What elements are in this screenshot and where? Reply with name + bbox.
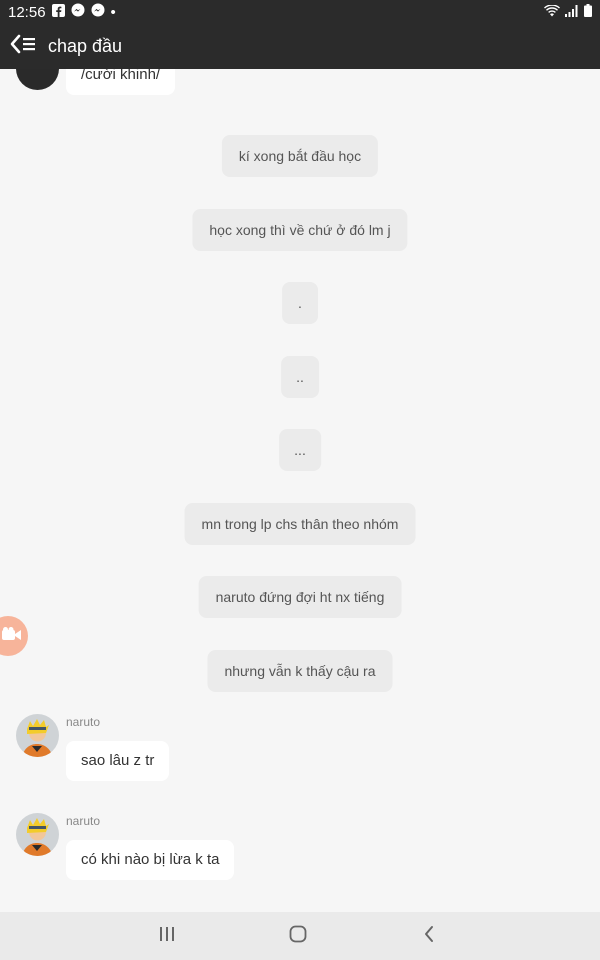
home-icon xyxy=(289,925,307,948)
narration-bubble: . xyxy=(282,282,318,324)
recent-apps-button[interactable] xyxy=(149,922,185,950)
back-arrow-icon xyxy=(10,34,38,59)
video-camera-icon xyxy=(2,626,22,646)
wifi-icon xyxy=(544,3,560,21)
battery-icon xyxy=(584,3,592,21)
message-bubble: có khi nào bị lừa k ta xyxy=(66,840,235,880)
facebook-icon xyxy=(51,3,65,21)
narration-bubble: ... xyxy=(279,429,321,471)
navigation-bar xyxy=(0,912,600,960)
chat-area[interactable]: /cười khinh/ kí xong bắt đầu học học xon… xyxy=(0,69,600,912)
video-button[interactable] xyxy=(0,616,28,656)
signal-icon xyxy=(565,4,579,21)
back-button[interactable] xyxy=(10,34,38,59)
naruto-avatar-image xyxy=(16,813,59,856)
status-bar: 12:56 • xyxy=(0,0,600,24)
narration-bubble: naruto đứng đợi ht nx tiếng xyxy=(198,576,402,618)
avatar[interactable] xyxy=(16,69,59,90)
nav-back-icon xyxy=(423,925,435,948)
naruto-avatar-image xyxy=(16,714,59,757)
page-title: chap đầu xyxy=(48,36,123,56)
app-bar: chap đầu xyxy=(0,24,600,69)
sender-name: naruto xyxy=(66,715,101,729)
message-bubble: /cười khinh/ xyxy=(66,69,176,95)
narration-bubble: nhưng vẫn k thấy cậu ra xyxy=(207,650,393,692)
messenger-icon xyxy=(71,3,85,21)
sender-name: naruto xyxy=(66,814,101,828)
narration-bubble: .. xyxy=(281,356,319,398)
narration-bubble: mn trong lp chs thân theo nhóm xyxy=(184,503,416,545)
nav-back-button[interactable] xyxy=(411,922,447,950)
narration-bubble: học xong thì về chứ ở đó lm j xyxy=(192,209,408,251)
status-time: 12:56 xyxy=(8,3,46,21)
avatar[interactable] xyxy=(16,714,59,757)
messenger-icon-2 xyxy=(91,3,105,21)
message-bubble: sao lâu z tr xyxy=(66,741,170,781)
narration-bubble: kí xong bắt đầu học xyxy=(221,135,379,177)
avatar[interactable] xyxy=(16,813,59,856)
home-button[interactable] xyxy=(280,922,316,950)
recent-apps-icon xyxy=(158,926,176,947)
notification-dot: • xyxy=(110,3,116,21)
